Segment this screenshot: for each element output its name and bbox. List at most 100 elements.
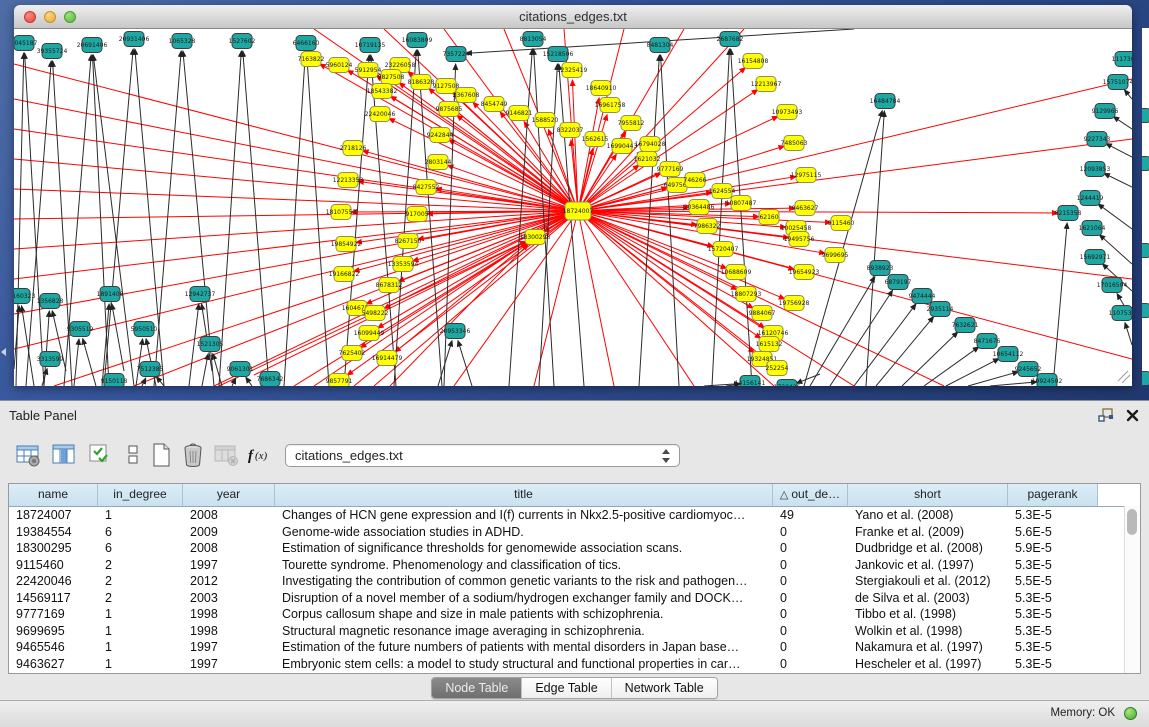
column-header-title[interactable]: title — [275, 484, 773, 506]
table-cell[interactable]: Franke et al. (2009) — [848, 524, 1008, 541]
table-cell[interactable]: 14569117 — [9, 590, 98, 607]
table-row[interactable]: 946362711997Embryonic stem cells: a mode… — [9, 656, 1140, 673]
table-cell[interactable]: 5.9E-5 — [1008, 540, 1098, 557]
table-cell[interactable]: 49 — [773, 507, 848, 524]
table-cell[interactable]: Structural magnetic resonance image aver… — [275, 623, 773, 640]
table-row[interactable]: 977716911998Corpus callosum shape and si… — [9, 606, 1140, 623]
table-cell[interactable]: 5.3E-5 — [1008, 557, 1098, 574]
table-cell[interactable]: 2008 — [183, 540, 275, 557]
delete-rows-icon[interactable] — [178, 440, 208, 470]
table-cell[interactable]: 5.3E-5 — [1008, 639, 1098, 656]
close-panel-icon[interactable] — [1126, 409, 1139, 422]
column-header-pagerank[interactable]: pagerank — [1008, 484, 1098, 506]
memory-status-label[interactable]: Memory: OK — [1050, 701, 1115, 726]
table-cell[interactable]: 0 — [773, 623, 848, 640]
table-selector-dropdown[interactable]: citations_edges.txt — [285, 444, 680, 467]
table-row[interactable]: 1456911722003Disruption of a novel membe… — [9, 590, 1140, 607]
table-cell[interactable]: 1 — [98, 507, 183, 524]
table-cell[interactable]: 1997 — [183, 557, 275, 574]
table-cell[interactable]: 0 — [773, 557, 848, 574]
table-cell[interactable]: Investigating the contribution of common… — [275, 573, 773, 590]
table-cell[interactable]: 5.3E-5 — [1008, 656, 1098, 673]
table-cell[interactable]: Disruption of a novel member of a sodium… — [275, 590, 773, 607]
scrollbar-thumb[interactable] — [1127, 509, 1137, 535]
table-cell[interactable]: 2012 — [183, 573, 275, 590]
table-row[interactable]: 2242004622012Investigating the contribut… — [9, 573, 1140, 590]
tab-node-table[interactable]: Node Table — [432, 678, 521, 698]
table-cell[interactable]: 9777169 — [9, 606, 98, 623]
table-row[interactable]: 946554611997Estimation of the future num… — [9, 639, 1140, 656]
table-cell[interactable]: 1 — [98, 606, 183, 623]
table-cell[interactable]: 1 — [98, 623, 183, 640]
table-cell[interactable]: Stergiakouli et al. (2012) — [848, 573, 1008, 590]
memory-status-icon[interactable] — [1124, 707, 1137, 720]
tab-network-table[interactable]: Network Table — [611, 678, 717, 698]
table-cell[interactable]: Genome-wide association studies in ADHD. — [275, 524, 773, 541]
table-cell[interactable]: Jankovic et al. (1997) — [848, 557, 1008, 574]
network-window-titlebar[interactable]: citations_edges.txt — [14, 5, 1132, 29]
table-cell[interactable]: 2003 — [183, 590, 275, 607]
table-cell[interactable]: de Silva et al. (2003) — [848, 590, 1008, 607]
table-cell[interactable]: Changes of HCN gene expression and I(f) … — [275, 507, 773, 524]
table-cell[interactable]: 1998 — [183, 623, 275, 640]
function-builder-icon[interactable]: f(x) — [246, 440, 276, 470]
table-cell[interactable]: 1 — [98, 656, 183, 673]
table-settings-icon[interactable] — [14, 440, 44, 470]
row-height-icon[interactable] — [118, 440, 148, 470]
table-cell[interactable]: 5.5E-5 — [1008, 573, 1098, 590]
table-cell[interactable]: 5.3E-5 — [1008, 623, 1098, 640]
resize-grip-icon[interactable] — [1118, 371, 1130, 383]
table-cell[interactable]: Corpus callosum shape and size in male p… — [275, 606, 773, 623]
table-cell[interactable]: Embryonic stem cells: a model to study s… — [275, 656, 773, 673]
select-all-icon[interactable] — [86, 440, 116, 470]
float-panel-icon[interactable] — [1098, 408, 1114, 422]
table-cell[interactable]: Tibbo et al. (1998) — [848, 606, 1008, 623]
table-cell[interactable]: 1 — [98, 639, 183, 656]
table-row[interactable]: 1830029562008Estimation of significance … — [9, 540, 1140, 557]
table-cell[interactable]: Tourette syndrome. Phenomenology and cla… — [275, 557, 773, 574]
table-cell[interactable]: 2 — [98, 573, 183, 590]
table-cell[interactable]: Hescheler et al. (1997) — [848, 656, 1008, 673]
tab-edge-table[interactable]: Edge Table — [521, 678, 610, 698]
panel-collapse-arrow-icon[interactable] — [1, 348, 6, 356]
table-cell[interactable]: 5.3E-5 — [1008, 507, 1098, 524]
table-row[interactable]: 1872400712008Changes of HCN gene express… — [9, 507, 1140, 524]
column-header-short[interactable]: short — [848, 484, 1008, 506]
column-header-year[interactable]: year — [183, 484, 275, 506]
table-cell[interactable]: Estimation of significance thresholds fo… — [275, 540, 773, 557]
table-cell[interactable]: Dudbridge et al. (2008) — [848, 540, 1008, 557]
table-cell[interactable]: 6 — [98, 540, 183, 557]
column-header-name[interactable]: name — [9, 484, 98, 506]
table-cell[interactable]: 0 — [773, 540, 848, 557]
table-cell[interactable]: 9463627 — [9, 656, 98, 673]
table-cell[interactable]: Yano et al. (2008) — [848, 507, 1008, 524]
table-cell[interactable]: Nakamura et al. (1997) — [848, 639, 1008, 656]
table-cell[interactable]: 5.3E-5 — [1008, 590, 1098, 607]
show-columns-icon[interactable] — [50, 440, 80, 470]
table-row[interactable]: 1938455462009Genome-wide association stu… — [9, 524, 1140, 541]
table-cell[interactable]: 0 — [773, 573, 848, 590]
table-cell[interactable]: 0 — [773, 590, 848, 607]
table-cell[interactable]: 1998 — [183, 606, 275, 623]
table-cell[interactable]: 5.6E-5 — [1008, 524, 1098, 541]
table-cell[interactable]: Wolkin et al. (1998) — [848, 623, 1008, 640]
table-cell[interactable]: 2 — [98, 590, 183, 607]
column-header-in_degree[interactable]: in_degree — [98, 484, 183, 506]
table-cell[interactable]: 6 — [98, 524, 183, 541]
table-cell[interactable]: 0 — [773, 656, 848, 673]
column-header-out_de[interactable]: △out_de… — [773, 484, 848, 506]
network-canvas[interactable]: 1872400718300295204518739355724206914062… — [14, 29, 1132, 386]
table-cell[interactable]: 0 — [773, 606, 848, 623]
table-row[interactable]: 911546021997Tourette syndrome. Phenomeno… — [9, 557, 1140, 574]
table-cell[interactable]: 18300295 — [9, 540, 98, 557]
table-cell[interactable]: 1997 — [183, 656, 275, 673]
table-vertical-scrollbar[interactable] — [1124, 506, 1140, 673]
table-cell[interactable]: 9699695 — [9, 623, 98, 640]
table-cell[interactable]: 2008 — [183, 507, 275, 524]
table-cell[interactable]: 18724007 — [9, 507, 98, 524]
table-cell[interactable]: 0 — [773, 524, 848, 541]
table-row[interactable]: 969969511998Structural magnetic resonanc… — [9, 623, 1140, 640]
table-cell[interactable]: 2 — [98, 557, 183, 574]
table-cell[interactable]: 1997 — [183, 639, 275, 656]
table-cell[interactable]: 0 — [773, 639, 848, 656]
